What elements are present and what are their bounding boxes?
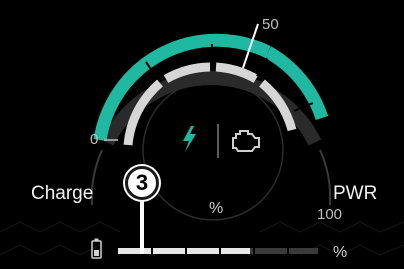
lightning-bolt-icon [183,126,196,152]
tick-label-0: 0 [90,131,99,148]
instrument-cluster-display: 50 0 100 Charge PWR % % 3 [0,0,404,269]
callout-number: 3 [135,170,149,195]
engine-icon [232,130,260,152]
gauge-inner-circle [142,79,284,221]
charge-label: Charge [31,183,94,204]
tick-label-50: 50 [262,16,279,33]
charge-bar-percent-unit: % [333,244,348,261]
callout-leader-line [140,200,144,254]
power-gauge [0,23,404,259]
callout-badge: 3 [125,166,159,200]
center-percent-unit: % [209,200,224,217]
gauge-outer-track-right [319,149,332,206]
power-label: PWR [333,183,378,204]
tick-label-100: 100 [317,206,343,223]
charge-bar [118,246,318,256]
